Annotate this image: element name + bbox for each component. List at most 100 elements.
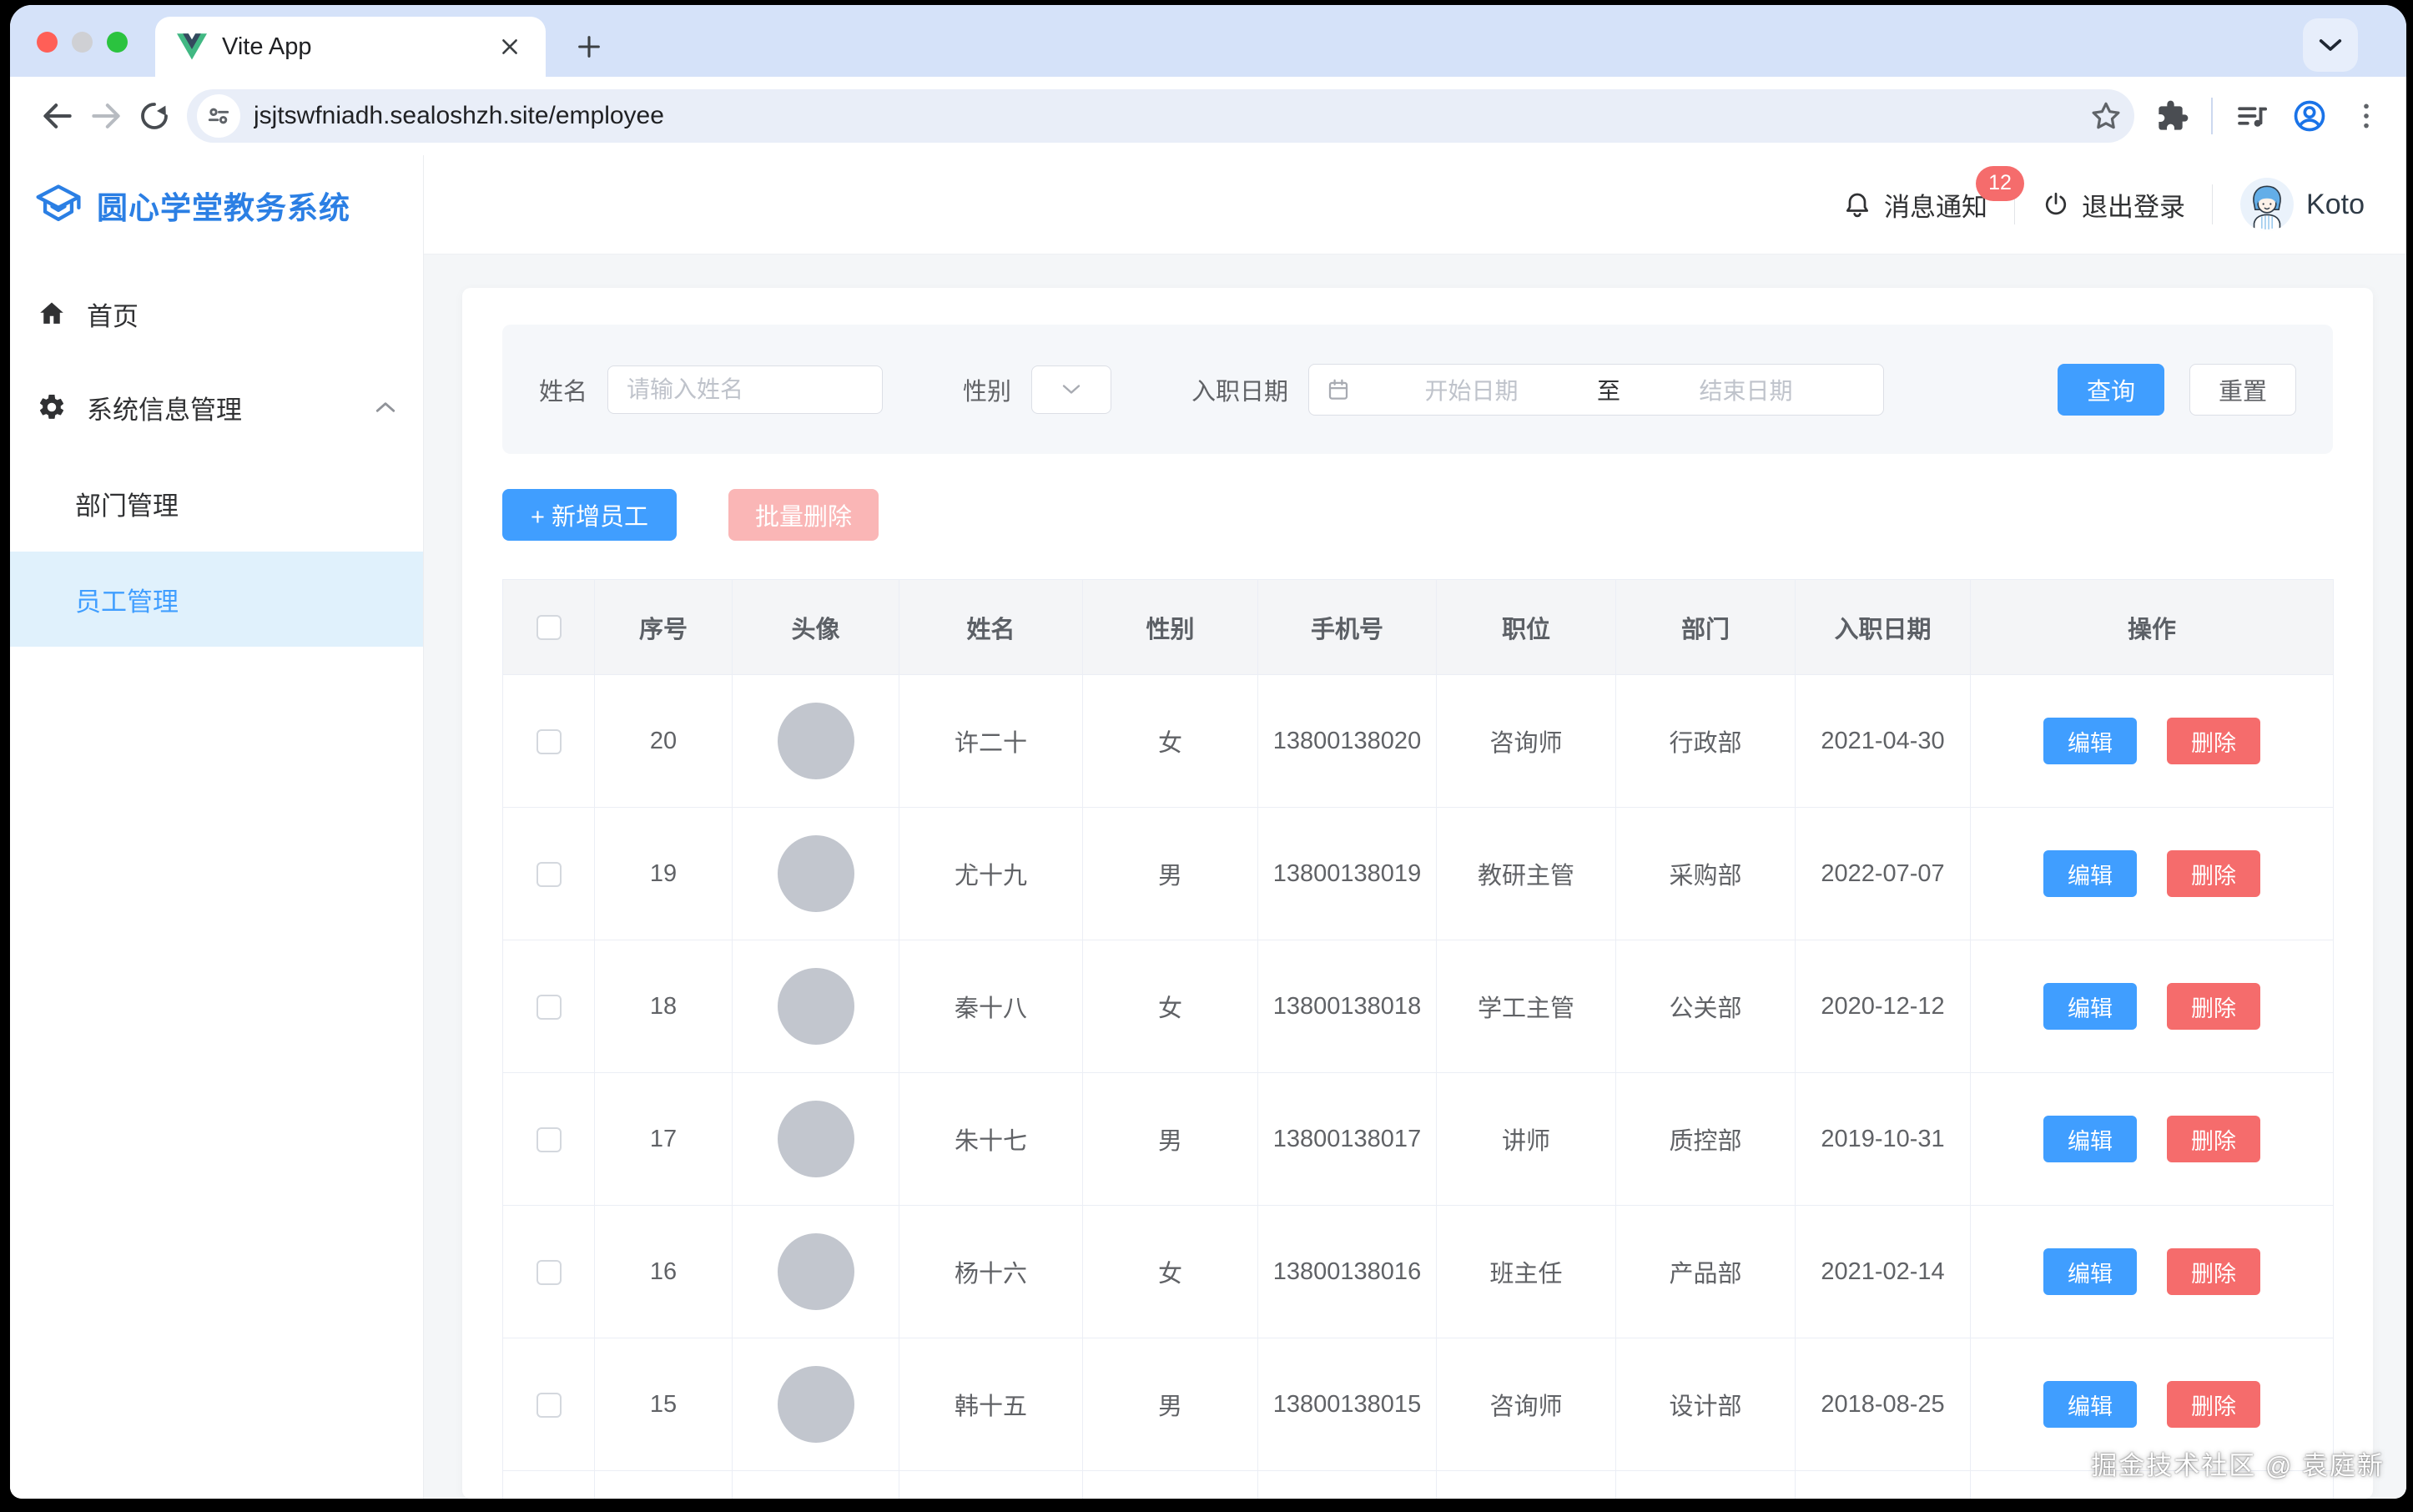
- cell-no: 19: [595, 808, 733, 940]
- url-bar[interactable]: jsjtswfniadh.sealoshzh.site/employee: [187, 89, 2134, 143]
- browser-tab[interactable]: Vite App: [155, 17, 546, 77]
- bookmark-star-icon[interactable]: [2089, 99, 2123, 133]
- employee-avatar: [778, 968, 854, 1045]
- forward-icon[interactable]: [82, 92, 130, 140]
- minimize-window-button[interactable]: [72, 32, 93, 53]
- edit-button[interactable]: 编辑: [2043, 983, 2137, 1030]
- start-date-placeholder[interactable]: 开始日期: [1351, 373, 1592, 406]
- delete-button[interactable]: 删除: [2167, 1116, 2260, 1162]
- edit-button[interactable]: 编辑: [2043, 718, 2137, 764]
- cell-gender: 男: [1083, 808, 1258, 940]
- media-controls-icon[interactable]: [2234, 98, 2269, 134]
- cell-department: 设计部: [1616, 1338, 1796, 1471]
- app-root: 圆心学堂教务系统 首页: [10, 155, 2406, 1499]
- sidebar-item-employee-mgmt[interactable]: 员工管理: [10, 552, 423, 647]
- select-all-checkbox[interactable]: [537, 615, 562, 640]
- new-tab-button[interactable]: [567, 25, 611, 68]
- url-text[interactable]: jsjtswfniadh.sealoshzh.site/employee: [254, 102, 2076, 130]
- profile-icon[interactable]: [2291, 98, 2328, 134]
- edit-button[interactable]: 编辑: [2043, 1381, 2137, 1428]
- close-window-button[interactable]: [37, 32, 58, 53]
- row-checkbox[interactable]: [537, 862, 562, 887]
- col-header-hire-date: 入职日期: [1796, 580, 1971, 675]
- back-icon[interactable]: [33, 92, 82, 140]
- edit-button[interactable]: 编辑: [2043, 850, 2137, 897]
- cell-department: 采购部: [1616, 808, 1796, 940]
- cell-phone: 13800138017: [1266, 1121, 1429, 1158]
- employee-avatar: [778, 1366, 854, 1443]
- calendar-icon: [1326, 377, 1351, 402]
- table-row: 18 秦十八 女 13800138018 学工主管 公关部 2020-12-12: [503, 940, 2334, 1073]
- batch-delete-button[interactable]: 批量删除: [728, 489, 879, 541]
- table-row-partial: [503, 1471, 2334, 1499]
- add-employee-button[interactable]: + 新增员工: [502, 489, 677, 541]
- edit-button[interactable]: 编辑: [2043, 1248, 2137, 1295]
- user-menu[interactable]: Koto: [2239, 177, 2365, 232]
- bell-icon: [1842, 189, 1872, 219]
- row-checkbox[interactable]: [537, 1127, 562, 1152]
- main-area: 姓名 性别: [424, 255, 2406, 1499]
- menu-kebab-icon[interactable]: [2350, 99, 2383, 133]
- col-header-avatar: 头像: [733, 580, 899, 675]
- delete-button[interactable]: 删除: [2167, 850, 2260, 897]
- delete-button[interactable]: 删除: [2167, 983, 2260, 1030]
- cell-department: 行政部: [1616, 675, 1796, 808]
- sidebar-item-home[interactable]: 首页: [10, 276, 423, 351]
- traffic-lights: [37, 32, 128, 53]
- filter-panel: 姓名 性别: [502, 325, 2333, 454]
- table-row: 19 尤十九 男 13800138019 教研主管 采购部 2022-07-07: [503, 808, 2334, 940]
- search-button[interactable]: 查询: [2058, 364, 2164, 416]
- gender-filter-label: 性别: [963, 372, 1011, 407]
- reload-icon[interactable]: [130, 92, 179, 140]
- hire-date-filter-label: 入职日期: [1191, 372, 1288, 407]
- row-checkbox[interactable]: [537, 995, 562, 1020]
- cell-position: 讲师: [1437, 1073, 1616, 1206]
- reset-button[interactable]: 重置: [2189, 364, 2296, 416]
- cell-position: 咨询师: [1437, 675, 1616, 808]
- sidebar-item-system-info[interactable]: 系统信息管理: [10, 370, 423, 445]
- delete-button[interactable]: 删除: [2167, 1248, 2260, 1295]
- tab-close-icon[interactable]: [496, 33, 524, 61]
- row-checkbox[interactable]: [537, 1393, 562, 1418]
- zoom-window-button[interactable]: [107, 32, 128, 53]
- edit-button[interactable]: 编辑: [2043, 1116, 2137, 1162]
- delete-button[interactable]: 删除: [2167, 1381, 2260, 1428]
- row-checkbox[interactable]: [537, 729, 562, 754]
- home-icon: [37, 299, 67, 329]
- employee-avatar: [778, 703, 854, 779]
- gear-icon: [37, 392, 67, 422]
- col-header-phone: 手机号: [1258, 580, 1437, 675]
- employee-avatar: [778, 1233, 854, 1310]
- end-date-placeholder[interactable]: 结束日期: [1625, 373, 1866, 406]
- hire-date-range-picker[interactable]: 开始日期 至 结束日期: [1308, 364, 1884, 416]
- cell-department: 公关部: [1616, 940, 1796, 1073]
- notifications-button[interactable]: 消息通知 12: [1842, 186, 1987, 224]
- gender-select[interactable]: [1031, 365, 1111, 414]
- cell-gender: 女: [1083, 675, 1258, 808]
- logout-button[interactable]: 退出登录: [2042, 186, 2185, 224]
- cell-no: 20: [595, 675, 733, 808]
- row-checkbox[interactable]: [537, 1260, 562, 1285]
- tab-strip: Vite App: [10, 5, 2406, 77]
- cell-no: 16: [595, 1206, 733, 1338]
- site-settings-icon[interactable]: [197, 94, 240, 138]
- sidebar-item-department-mgmt[interactable]: 部门管理: [10, 463, 423, 543]
- delete-button[interactable]: 删除: [2167, 718, 2260, 764]
- employee-avatar: [778, 1101, 854, 1177]
- tab-search-button[interactable]: [2303, 18, 2358, 72]
- graduation-cap-logo-icon: [33, 180, 83, 230]
- cell-gender: 男: [1083, 1073, 1258, 1206]
- cell-gender: 女: [1083, 940, 1258, 1073]
- cell-hire-date: 2018-08-25: [1796, 1338, 1971, 1471]
- name-filter-label: 姓名: [539, 372, 587, 407]
- toolbar-right: [2148, 98, 2383, 134]
- browser-toolbar: jsjtswfniadh.sealoshzh.site/employee: [10, 77, 2406, 155]
- cell-department: 产品部: [1616, 1206, 1796, 1338]
- cell-name: 朱十七: [899, 1073, 1083, 1206]
- vue-favicon-icon: [177, 33, 207, 60]
- name-filter-input[interactable]: [607, 365, 883, 414]
- cell-phone: 13800138019: [1266, 855, 1429, 893]
- cell-position: 班主任: [1437, 1206, 1616, 1338]
- extensions-icon[interactable]: [2156, 99, 2189, 133]
- sidebar-nav: 首页 系统信息管理: [10, 255, 423, 655]
